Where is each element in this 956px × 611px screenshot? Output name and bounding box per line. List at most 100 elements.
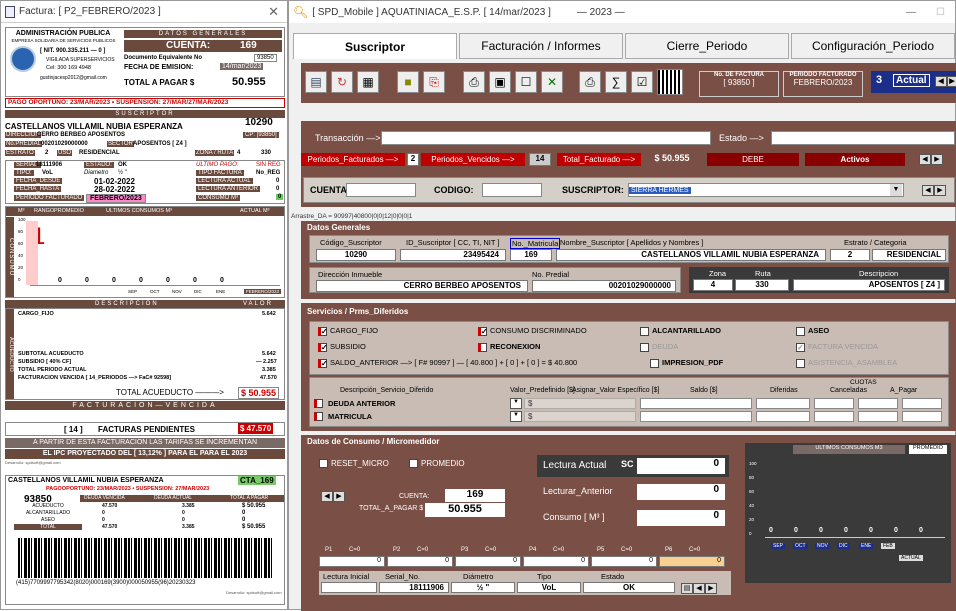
pdf-icon[interactable]: ⎘ (423, 71, 445, 93)
consumo-discriminado-checkbox[interactable]: ✓ CONSUMO DISCRIMINADO (478, 326, 587, 336)
mini-chart-y-tick: 60 (749, 489, 755, 494)
new-document-icon[interactable]: ☐ (515, 71, 537, 93)
chart-plot: 100 80 60 40 20 0 0 0 0 0 0 0 0 SEP OCT NOV DIC ENE FEBR… (18, 217, 282, 297)
descripcion-value[interactable]: APOSENTOS [ Z4 ] (793, 279, 945, 291)
aseo-checkbox[interactable]: ASEO (796, 326, 829, 336)
next-arrow-icon[interactable]: ▶ (947, 76, 956, 87)
calculator-icon[interactable]: ■ (397, 71, 419, 93)
saldo-anterior-checkbox[interactable]: ✓ SALDO_ANTERIOR —> [ F# 90997 ] — [ 40.8… (318, 358, 577, 368)
meter-menu-icon[interactable]: ▤ (681, 583, 693, 594)
deuda-checkbox[interactable]: DEUDA (640, 342, 678, 352)
sum-icon[interactable]: ∑ (605, 71, 627, 93)
categoria-value[interactable]: RESIDENCIAL (872, 249, 946, 261)
chart-header-rango: RANGO (34, 208, 55, 214)
barcode-icon[interactable] (657, 69, 683, 95)
alcantarillado-checkbox[interactable]: ALCANTARILLADO (640, 326, 721, 336)
stub-row-total: 0 (242, 517, 246, 523)
transaccion-label: Transacción —> (315, 133, 381, 143)
diferido-dropdown-icon: ▼ (510, 411, 522, 422)
period-consumo: C=0 (349, 547, 361, 553)
tab-cierre[interactable]: Cierre_Periodo (625, 33, 789, 59)
codigo-label: CODIGO: (434, 185, 474, 195)
save-icon[interactable]: ▣ (489, 71, 511, 93)
cuenta-next-icon[interactable]: ▶ (333, 491, 345, 502)
disk-icon[interactable]: ▤ (305, 71, 327, 93)
codigo-suscriptor-header: Código_Suscriptor (320, 238, 382, 247)
npredial-value: 00201029000000 (41, 141, 88, 147)
refresh-icon[interactable]: ↻ (331, 71, 353, 93)
search-bar: CUENTA: CODIGO: SUSCRIPTOR: SIERRA HERME… (303, 177, 955, 203)
printer-icon[interactable]: ⎙ (579, 71, 601, 93)
direccion-label: DIRECCION (5, 132, 41, 138)
activos-prev-icon[interactable]: ◀ (919, 154, 931, 165)
excel-icon[interactable]: ✕ (541, 71, 563, 93)
diferido-row[interactable]: DEUDA ANTERIOR ▼ $ (314, 398, 946, 410)
periodo-selector[interactable]: 3 Actual ◀ ▶ (871, 71, 956, 93)
tipo-value[interactable]: VoL (517, 582, 581, 593)
descripcion-label: DESCRIPCION (95, 301, 159, 307)
tab-facturacion[interactable]: Facturación / Informes (459, 33, 623, 59)
lectura-anterior-input[interactable]: 0 (637, 484, 725, 500)
zona-value: 4 (237, 150, 241, 156)
fecha-hasta-value: 28-02-2022 (94, 185, 135, 194)
cargo-fijo-label: CARGO_FIJO (18, 311, 54, 317)
promedio-toggle[interactable]: PROMEDIO (409, 459, 465, 469)
tab-cierre-label: Cierre_Periodo (666, 39, 748, 53)
estado-input[interactable] (771, 131, 955, 145)
factura-vencida-checkbox[interactable]: ✓ FACTURA VENCIDA (796, 342, 878, 352)
search-next-icon[interactable]: ▶ (934, 185, 946, 196)
lectura-inicial-input[interactable] (321, 582, 377, 593)
tab-suscriptor[interactable]: Suscriptor (293, 33, 457, 59)
direccion-value[interactable]: CERRO BERBEO APOSENTOS (316, 280, 528, 292)
checkbox-icon[interactable]: ☑ (631, 71, 653, 93)
no-matricula-value[interactable]: 169 (510, 249, 552, 261)
no-predial-value[interactable]: 00201029000000 (532, 280, 676, 292)
close-icon[interactable]: ✕ (268, 4, 279, 20)
period-value: 0 (319, 556, 385, 567)
zona-value[interactable]: 4 (693, 279, 733, 291)
codigo-input[interactable] (482, 183, 542, 197)
cuenta-input[interactable] (346, 183, 416, 197)
estrato-value[interactable]: 2 (830, 249, 870, 261)
activos-next-icon[interactable]: ▶ (931, 154, 943, 165)
table-icon[interactable]: ▦ (357, 71, 379, 93)
impresion-pdf-checkbox[interactable]: IMPRESION_PDF (650, 358, 723, 368)
id-suscriptor-value[interactable]: 23495424 (400, 249, 506, 261)
search-prev-icon[interactable]: ◀ (922, 185, 934, 196)
chevron-down-icon[interactable]: ▼ (890, 184, 902, 196)
codigo-suscriptor-value[interactable]: 10290 (316, 249, 396, 261)
lectura-actual-input[interactable]: 0 (637, 458, 725, 474)
transaccion-input[interactable] (381, 131, 711, 145)
prev-arrow-icon[interactable]: ◀ (935, 76, 947, 87)
minimize-icon[interactable]: — (906, 7, 916, 18)
tab-configuracion[interactable]: Configuración_Periodo (791, 33, 955, 59)
cargo-fijo-checkbox[interactable]: ✓ CARGO_FIJO (318, 326, 378, 336)
subsidio-checkbox[interactable]: ✓ SUBSIDIO (318, 342, 366, 352)
diametro-value[interactable]: ½ " (451, 582, 515, 593)
serial-no-value[interactable]: 18111906 (379, 582, 449, 593)
asistencia-checkbox[interactable]: ASISTENCIA_ASAMBLEA (796, 358, 897, 368)
datos-generales-grid: Código_Suscriptor ID_Suscriptor [ CC, TI… (309, 235, 949, 263)
reset-micro-toggle[interactable]: RESET_MICRO (319, 459, 389, 469)
consumo-input[interactable]: 0 (637, 510, 725, 526)
cuenta-prev-icon[interactable]: ◀ (321, 491, 333, 502)
tipo-label: Tipo (537, 572, 552, 581)
maximize-icon[interactable]: ☐ (936, 7, 945, 18)
suscriptor-selected: SIERRA HERMES (629, 187, 691, 194)
period-value: 0 (659, 556, 725, 567)
invoice-window: Factura: [ P2_FEBRERO/2023 ] ✕ ADMINISTR… (0, 0, 288, 610)
ruta-value[interactable]: 330 (735, 279, 789, 291)
estado-meter-value[interactable]: OK (583, 582, 675, 593)
print-preview-icon[interactable]: ⎙ (463, 71, 485, 93)
valor-label: VALOR (243, 301, 273, 307)
periodos-facturados-value: 2 (407, 153, 419, 166)
nombre-suscriptor-value[interactable]: CASTELLANOS VILLAMIL NUBIA ESPERANZA (556, 249, 826, 261)
suscriptor-dropdown[interactable]: SIERRA HERMES ▼ (628, 183, 904, 197)
reconexion-checkbox[interactable]: RECONEXION (478, 342, 540, 352)
chart-y-tick: 60 (18, 241, 24, 246)
chart-y-tick: 80 (18, 229, 24, 234)
meter-prev-icon[interactable]: ◀ (693, 583, 705, 594)
ultimo-pago-label: ULTIMO PAGO: (196, 162, 239, 168)
meter-next-icon[interactable]: ▶ (705, 583, 717, 594)
diferido-row[interactable]: MATRICULA ▼ $ (314, 411, 946, 423)
